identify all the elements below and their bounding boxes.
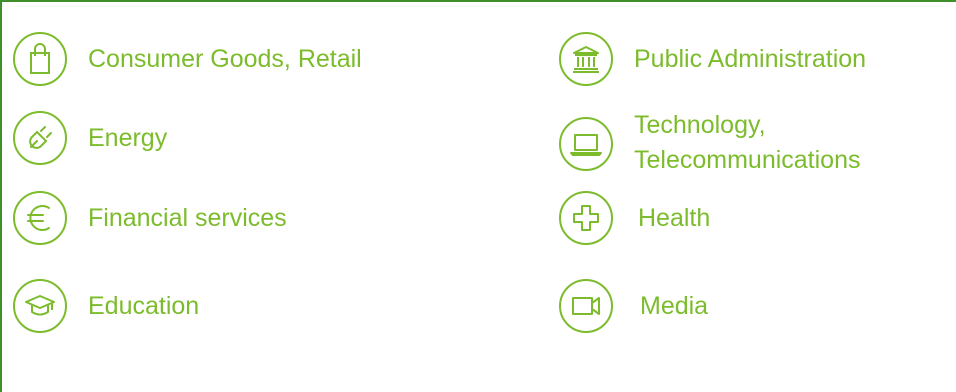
sector-label: Energy — [88, 123, 168, 152]
sector-label: Media — [640, 291, 709, 320]
sector-label-line: Technology, — [634, 111, 766, 139]
sector-item-health: Health — [558, 190, 710, 246]
sector-label: Health — [638, 203, 711, 232]
sector-label: Public Administration — [634, 44, 867, 73]
plug-icon — [12, 110, 68, 166]
sector-item-media: Media — [558, 278, 708, 334]
sector-item-energy: Energy — [12, 110, 167, 166]
content-frame: Consumer Goods, Retail Energy Financial … — [0, 0, 956, 392]
sector-label: Education — [88, 291, 200, 320]
sector-item-education: Education — [12, 278, 199, 334]
euro-icon — [12, 190, 68, 246]
sector-item-consumer-goods: Consumer Goods, Retail — [12, 31, 362, 87]
sector-label: Financial services — [88, 203, 287, 232]
sector-label-line: Telecommunications — [634, 146, 861, 174]
video-camera-icon — [558, 278, 614, 334]
laptop-icon — [558, 116, 614, 172]
sector-item-financial-services: Financial services — [12, 190, 287, 246]
sector-label: Technology, Telecommunications — [634, 108, 861, 178]
sector-item-technology: Technology, Telecommunications — [558, 110, 861, 178]
government-building-icon — [558, 31, 614, 87]
medical-cross-icon — [558, 190, 614, 246]
sector-item-public-administration: Public Administration — [558, 31, 866, 87]
sector-label: Consumer Goods, Retail — [88, 44, 362, 73]
shopping-bag-icon — [12, 31, 68, 87]
graduation-cap-icon — [12, 278, 68, 334]
